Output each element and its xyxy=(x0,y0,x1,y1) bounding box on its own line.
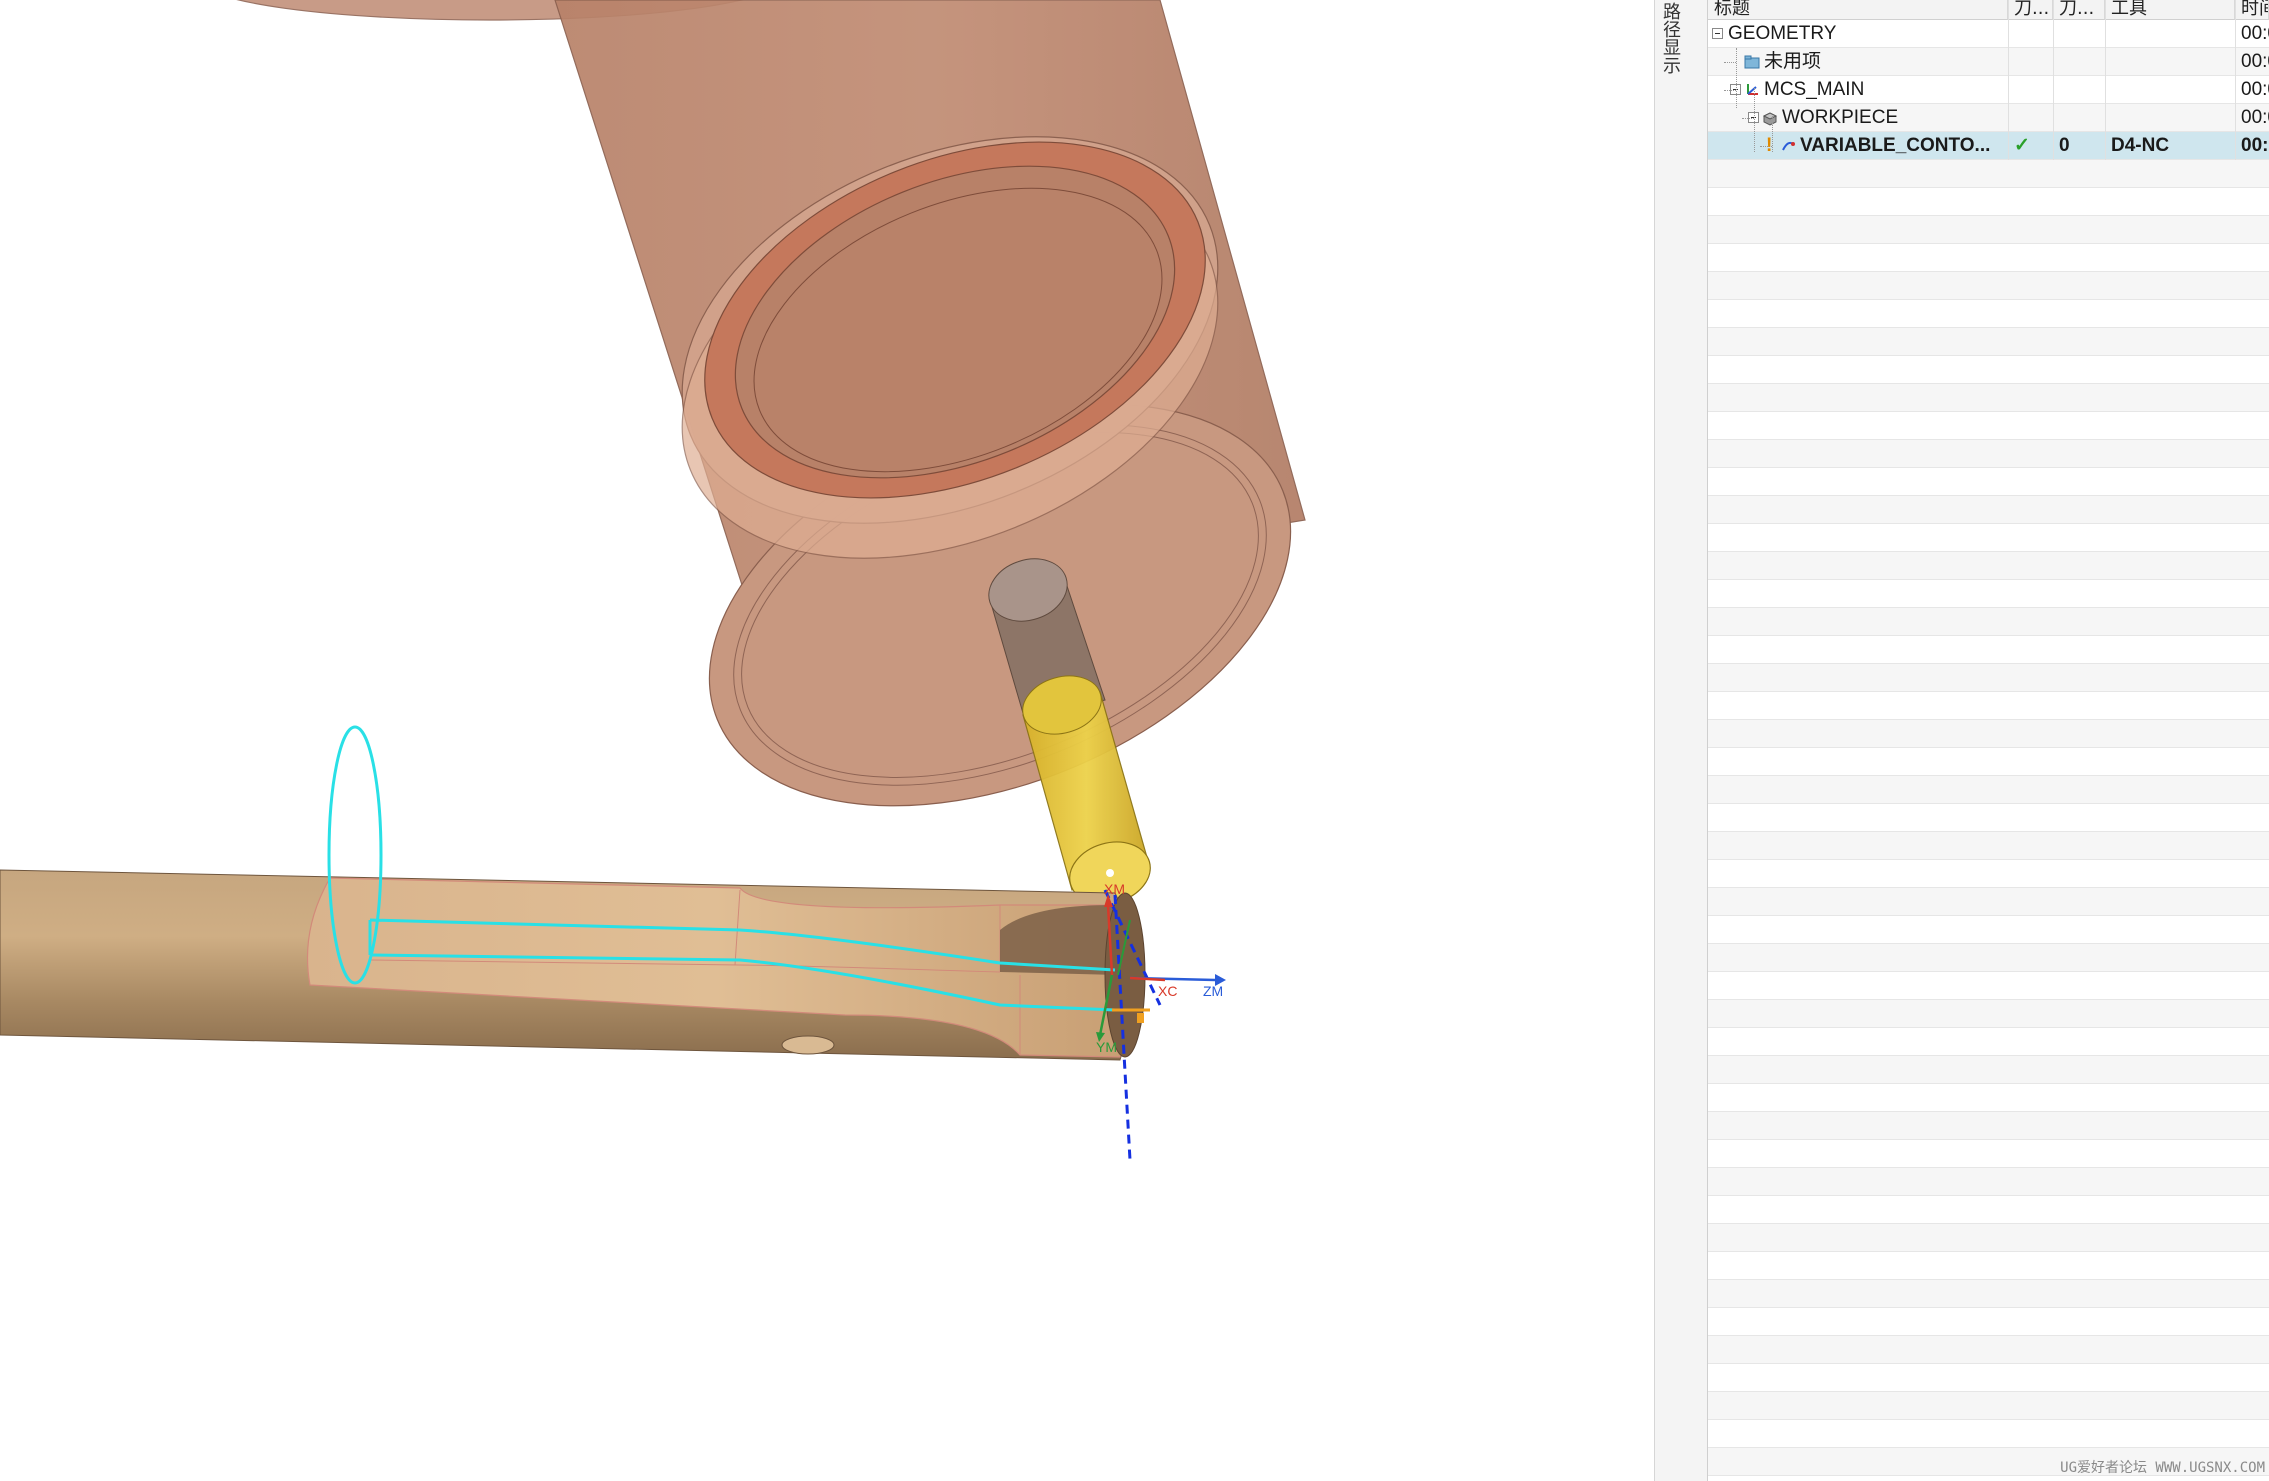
empty-row[interactable] xyxy=(1708,1028,2269,1056)
watermark: UG爱好者论坛 WWW.UGSNX.COM xyxy=(2060,1460,2265,1476)
column-header-c2[interactable]: 刀... xyxy=(2053,0,2105,20)
empty-row[interactable] xyxy=(1708,692,2269,720)
empty-row[interactable] xyxy=(1708,1280,2269,1308)
empty-row[interactable] xyxy=(1708,636,2269,664)
empty-row[interactable] xyxy=(1708,188,2269,216)
folder-icon xyxy=(1744,54,1760,70)
empty-row[interactable] xyxy=(1708,944,2269,972)
row-time: 00:0 xyxy=(2241,135,2269,156)
row-name: VARIABLE_CONTO... xyxy=(1800,135,1991,156)
empty-row[interactable] xyxy=(1708,272,2269,300)
empty-row[interactable] xyxy=(1708,608,2269,636)
table-row[interactable]: 未用项 00:0 xyxy=(1708,48,2269,76)
empty-row[interactable] xyxy=(1708,972,2269,1000)
empty-row[interactable] xyxy=(1708,1364,2269,1392)
row-name: 未用项 xyxy=(1764,51,1822,72)
navigator-splitter[interactable] xyxy=(1685,0,1708,1481)
row-status: ✓ xyxy=(2014,135,2030,156)
empty-row[interactable] xyxy=(1708,1140,2269,1168)
ym-label: YM xyxy=(1096,1039,1117,1055)
row-time: 00:0 xyxy=(2241,79,2269,100)
empty-row[interactable] xyxy=(1708,1000,2269,1028)
workpiece-icon xyxy=(1762,110,1778,126)
empty-row[interactable] xyxy=(1708,1224,2269,1252)
empty-row[interactable] xyxy=(1708,356,2269,384)
operation-navigator[interactable]: 标题 刀... 刀... 工具 时间 GEOMETRY00:0未用项00:0MC… xyxy=(1708,0,2269,1481)
row-name: GEOMETRY xyxy=(1728,23,1837,44)
graphics-viewport[interactable]: XM XC ZM YM xyxy=(0,0,1654,1481)
empty-row[interactable] xyxy=(1708,244,2269,272)
table-row[interactable]: GEOMETRY 00:0 xyxy=(1708,20,2269,48)
empty-row[interactable] xyxy=(1708,1056,2269,1084)
empty-row[interactable] xyxy=(1708,1112,2269,1140)
empty-row[interactable] xyxy=(1708,916,2269,944)
empty-row[interactable] xyxy=(1708,860,2269,888)
xm-label: XM xyxy=(1104,881,1125,897)
empty-row[interactable] xyxy=(1708,776,2269,804)
empty-row[interactable] xyxy=(1708,412,2269,440)
row-name: WORKPIECE xyxy=(1782,107,1899,128)
column-header-title[interactable]: 标题 xyxy=(1708,0,2008,20)
empty-row[interactable] xyxy=(1708,1168,2269,1196)
empty-row[interactable] xyxy=(1708,552,2269,580)
path-display-tab[interactable]: 路径显示 xyxy=(1654,0,1686,1481)
empty-row[interactable] xyxy=(1708,328,2269,356)
empty-row[interactable] xyxy=(1708,468,2269,496)
table-row[interactable]: WORKPIECE 00:0 xyxy=(1708,104,2269,132)
empty-row[interactable] xyxy=(1708,1196,2269,1224)
empty-row[interactable] xyxy=(1708,580,2269,608)
empty-row[interactable] xyxy=(1708,748,2269,776)
table-row[interactable]: MCS_MAIN 00:0 xyxy=(1708,76,2269,104)
empty-row[interactable] xyxy=(1708,160,2269,188)
empty-row[interactable] xyxy=(1708,1420,2269,1448)
column-header-tool[interactable]: 工具 xyxy=(2105,0,2235,20)
tree-collapse-toggle[interactable] xyxy=(1712,28,1723,39)
empty-row[interactable] xyxy=(1708,888,2269,916)
column-header-c1[interactable]: 刀... xyxy=(2008,0,2053,20)
model-view[interactable]: XM XC ZM YM xyxy=(0,0,1654,1481)
empty-row[interactable] xyxy=(1708,720,2269,748)
empty-row[interactable] xyxy=(1708,1084,2269,1112)
empty-row[interactable] xyxy=(1708,1308,2269,1336)
row-count: 0 xyxy=(2059,135,2070,156)
column-header-time[interactable]: 时间 xyxy=(2235,0,2269,20)
operation-icon xyxy=(1780,138,1796,154)
empty-row[interactable] xyxy=(1708,524,2269,552)
zm-label: ZM xyxy=(1203,983,1223,999)
empty-row[interactable] xyxy=(1708,1392,2269,1420)
mcs-icon xyxy=(1744,82,1760,98)
empty-row[interactable] xyxy=(1708,384,2269,412)
row-time: 00:0 xyxy=(2241,107,2269,128)
empty-row[interactable] xyxy=(1708,216,2269,244)
empty-row[interactable] xyxy=(1708,664,2269,692)
empty-row[interactable] xyxy=(1708,440,2269,468)
empty-row[interactable] xyxy=(1708,496,2269,524)
row-time: 00:0 xyxy=(2241,23,2269,44)
xc-label: XC xyxy=(1158,983,1177,999)
row-time: 00:0 xyxy=(2241,51,2269,72)
empty-row[interactable] xyxy=(1708,1252,2269,1280)
workpiece-hole xyxy=(781,1035,835,1055)
empty-row[interactable] xyxy=(1708,832,2269,860)
table-row[interactable]: !VARIABLE_CONTO...✓0D4-NC00:0 xyxy=(1708,132,2269,160)
empty-row[interactable] xyxy=(1708,300,2269,328)
path-display-tab-label: 路径显示 xyxy=(1660,2,1681,74)
empty-row[interactable] xyxy=(1708,804,2269,832)
empty-row[interactable] xyxy=(1708,1336,2269,1364)
row-tool: D4-NC xyxy=(2111,135,2170,156)
row-name: MCS_MAIN xyxy=(1764,79,1865,100)
